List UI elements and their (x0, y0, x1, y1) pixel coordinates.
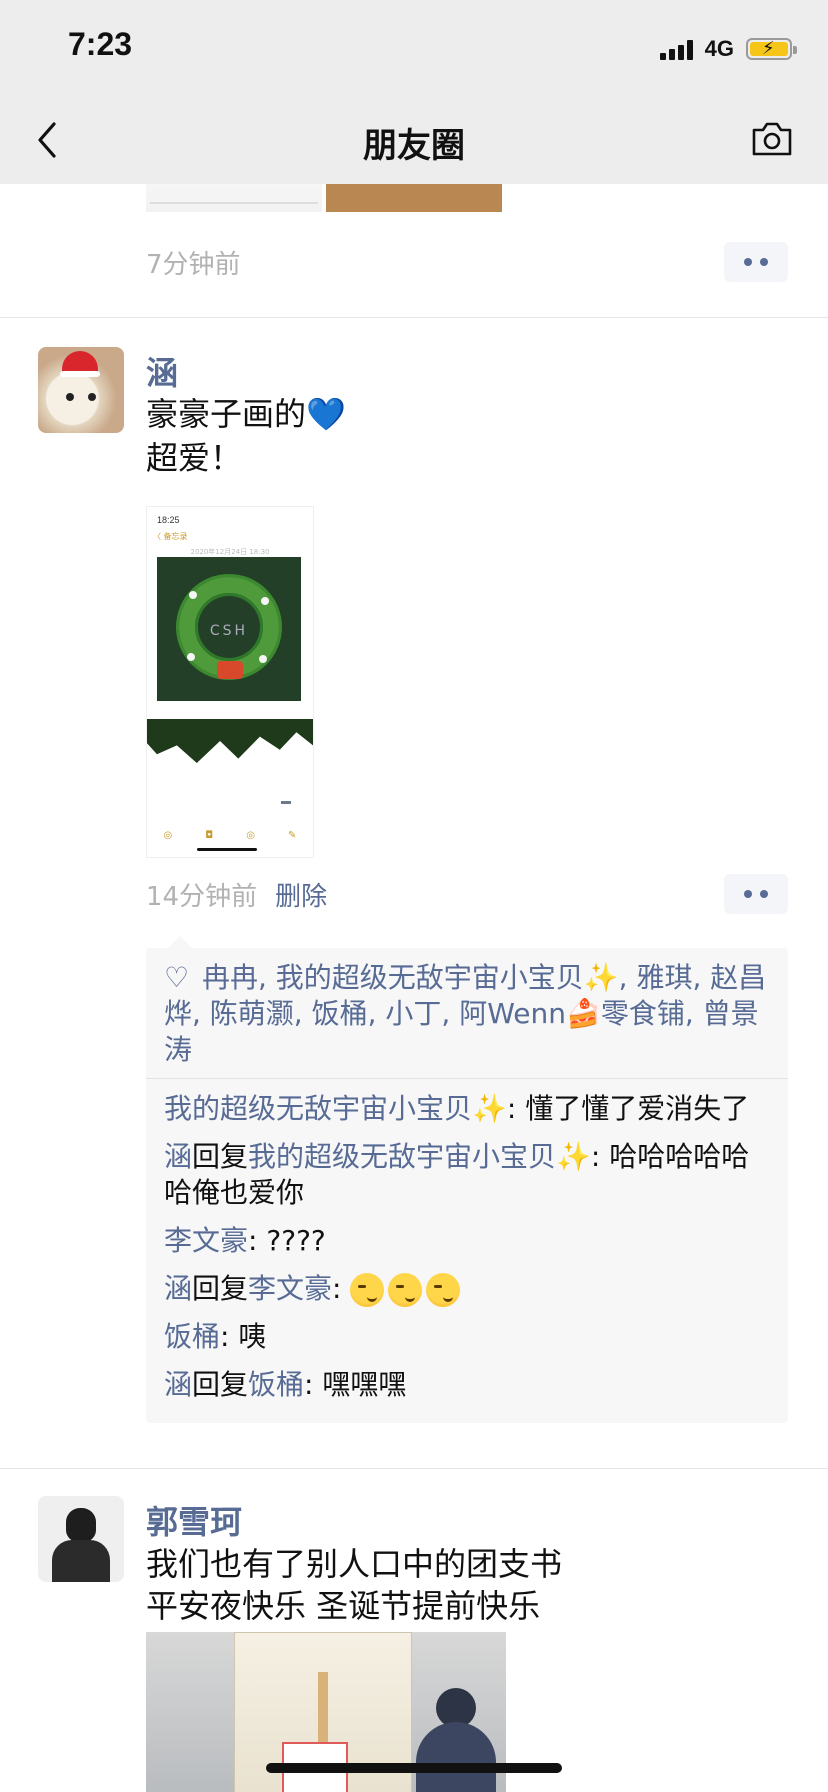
post-time: 7分钟前 (146, 249, 241, 280)
previous-post-meta: 7分钟前 (146, 242, 788, 282)
heart-icon: ♡ (164, 961, 190, 994)
page-title: 朋友圈 (363, 126, 465, 166)
status-indicators: 4G ⚡ (659, 34, 797, 64)
reply-target-name[interactable]: 我的超级无敌宇宙小宝贝✨ (248, 1140, 591, 1173)
post-image[interactable]: 18:25 〈 备忘录 2020年12月24日 18:30 CSH ◎ ◘ ◎ ✎ (146, 506, 314, 858)
comment-text: : (332, 1272, 351, 1305)
more-options-button[interactable] (724, 242, 788, 282)
commenter-name[interactable]: 饭桶 (164, 1320, 220, 1353)
home-indicator[interactable] (266, 1763, 562, 1773)
comment-text: : 嘿嘿嘿 (304, 1368, 407, 1401)
post-text: 豪豪子画的💙 (146, 395, 346, 433)
comment[interactable]: 涵回复我的超级无敌宇宙小宝贝✨: 哈哈哈哈哈哈俺也爱你 (164, 1139, 770, 1211)
comment-text: : 懂了懂了爱消失了 (506, 1092, 750, 1125)
post-divider (0, 1468, 828, 1469)
wink-emoji-icon (350, 1273, 461, 1307)
commenter-name[interactable]: 涵 (164, 1272, 192, 1305)
comment-text: : ???? (248, 1224, 326, 1257)
comment[interactable]: 涵回复李文豪: (164, 1271, 770, 1307)
post-divider (0, 317, 828, 318)
wreath-drawing: CSH (157, 557, 301, 701)
reply-target-name[interactable]: 李文豪 (248, 1272, 332, 1305)
likes-names[interactable]: 冉冉, 我的超级无敌宇宙小宝贝✨, 雅琪, 赵昌烨, 陈萌灏, 饭桶, 小丁, … (164, 961, 766, 1066)
comments-list: 我的超级无敌宇宙小宝贝✨: 懂了懂了爱消失了 涵回复我的超级无敌宇宙小宝贝✨: … (146, 1079, 788, 1423)
commenter-name[interactable]: 涵 (164, 1368, 192, 1401)
moments-screen: 7:23 4G ⚡ 朋友圈 7分钟前 涵 豪豪子画的💙 超爱！ 18:25 〈 … (0, 0, 828, 1792)
image-status-time: 18:25 (157, 515, 180, 525)
top-bar: 7:23 4G ⚡ 朋友圈 (0, 0, 828, 184)
status-time: 7:23 (68, 26, 133, 62)
avatar[interactable] (38, 1496, 124, 1582)
commenter-name[interactable]: 我的超级无敌宇宙小宝贝✨ (164, 1092, 507, 1125)
comment-text: : 咦 (220, 1320, 267, 1353)
likes-comments-panel: ♡ 冉冉, 我的超级无敌宇宙小宝贝✨, 雅琪, 赵昌烨, 陈萌灏, 饭桶, 小丁,… (146, 936, 788, 1423)
comment[interactable]: 饭桶: 咦 (164, 1319, 770, 1355)
avatar[interactable] (38, 347, 124, 433)
network-type: 4G (704, 36, 734, 61)
delete-link[interactable]: 删除 (275, 876, 327, 913)
comment[interactable]: 李文豪: ???? (164, 1223, 770, 1259)
reply-word: 回复 (192, 1140, 249, 1173)
comment[interactable]: 我的超级无敌宇宙小宝贝✨: 懂了懂了爱消失了 (164, 1091, 770, 1127)
more-options-button[interactable] (724, 874, 788, 914)
post-meta: 14分钟前 删除 (146, 874, 788, 914)
signal-icon (659, 38, 693, 60)
likes-list: ♡ 冉冉, 我的超级无敌宇宙小宝贝✨, 雅琪, 赵昌烨, 陈萌灏, 饭桶, 小丁,… (146, 948, 788, 1078)
reply-target-name[interactable]: 饭桶 (248, 1368, 304, 1401)
commenter-name[interactable]: 涵 (164, 1140, 192, 1173)
post-text: 超爱！ (146, 439, 243, 477)
reply-word: 回复 (192, 1272, 249, 1305)
post-text: 我们也有了别人口中的团支书 (146, 1545, 563, 1583)
post-text: 平安夜快乐 圣诞节提前快乐 (146, 1587, 541, 1625)
reply-word: 回复 (192, 1368, 249, 1401)
comment[interactable]: 涵回复饭桶: 嘿嘿嘿 (164, 1367, 770, 1403)
battery-icon: ⚡ (746, 38, 797, 60)
camera-icon[interactable] (750, 118, 794, 158)
image-back-label: 〈 备忘录 (153, 532, 188, 541)
post-time: 14分钟前 (146, 881, 258, 912)
commenter-name[interactable]: 李文豪 (164, 1224, 248, 1257)
drawing-text: CSH (209, 623, 249, 639)
post-author[interactable]: 郭雪珂 (146, 1497, 242, 1543)
image-date: 2020年12月24日 18:30 (190, 548, 270, 556)
post-author[interactable]: 涵 (146, 348, 178, 394)
